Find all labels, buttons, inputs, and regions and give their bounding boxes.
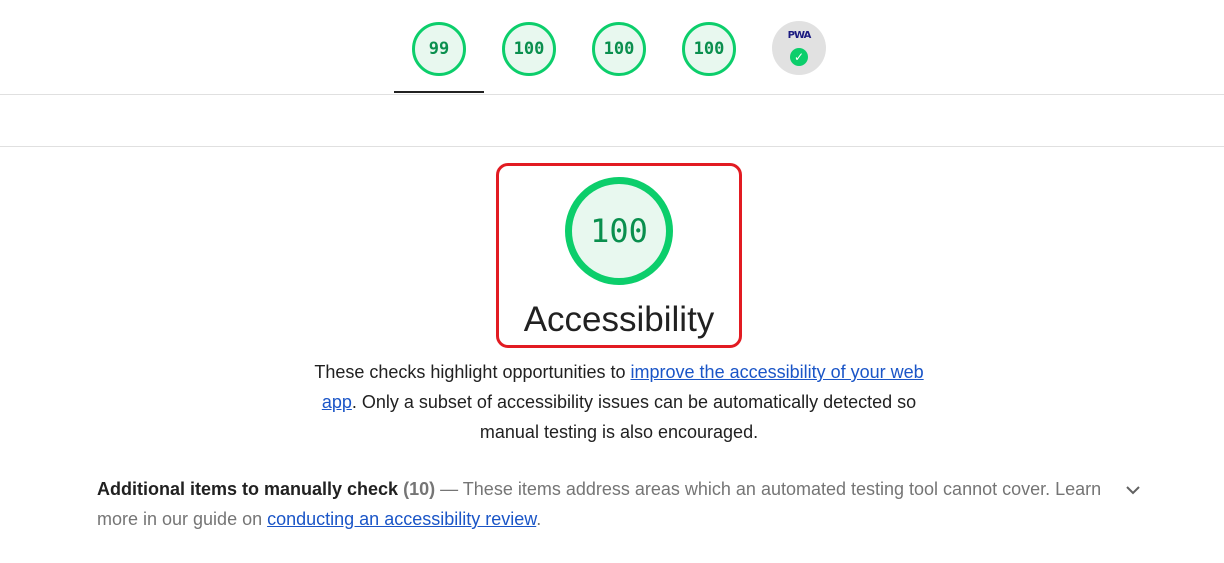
score-header: 99 100 100 100 PWA ✓ [0,0,1224,95]
active-tab-indicator [394,91,484,93]
best-practices-score-gauge[interactable]: 100 [592,22,646,76]
manual-checks-title: Additional items to manually check [97,479,399,499]
check-icon: ✓ [790,48,808,66]
category-title: Accessibility [523,300,715,339]
pwa-label: PWA [787,30,812,41]
description-text-end: . Only a subset of accessibility issues … [351,392,917,442]
accessibility-review-link[interactable]: conducting an accessibility review [267,509,536,529]
manual-checks-section[interactable]: Additional items to manually check (10) … [97,474,1117,534]
accessibility-score-gauge[interactable]: 100 [502,22,556,76]
performance-score-gauge[interactable]: 99 [412,22,466,76]
category-description: These checks highlight opportunities to … [312,357,926,447]
manual-checks-count: (10) [403,479,436,499]
category-score-gauge: 100 [565,177,673,285]
manual-checks-dash: — [440,479,459,499]
pwa-badge[interactable]: PWA ✓ [772,21,826,75]
manual-checks-text-end: . [536,509,542,529]
description-text: These checks highlight opportunities to [314,362,631,382]
seo-score-gauge[interactable]: 100 [682,22,736,76]
divider [0,146,1224,147]
chevron-down-icon[interactable] [1124,481,1142,499]
